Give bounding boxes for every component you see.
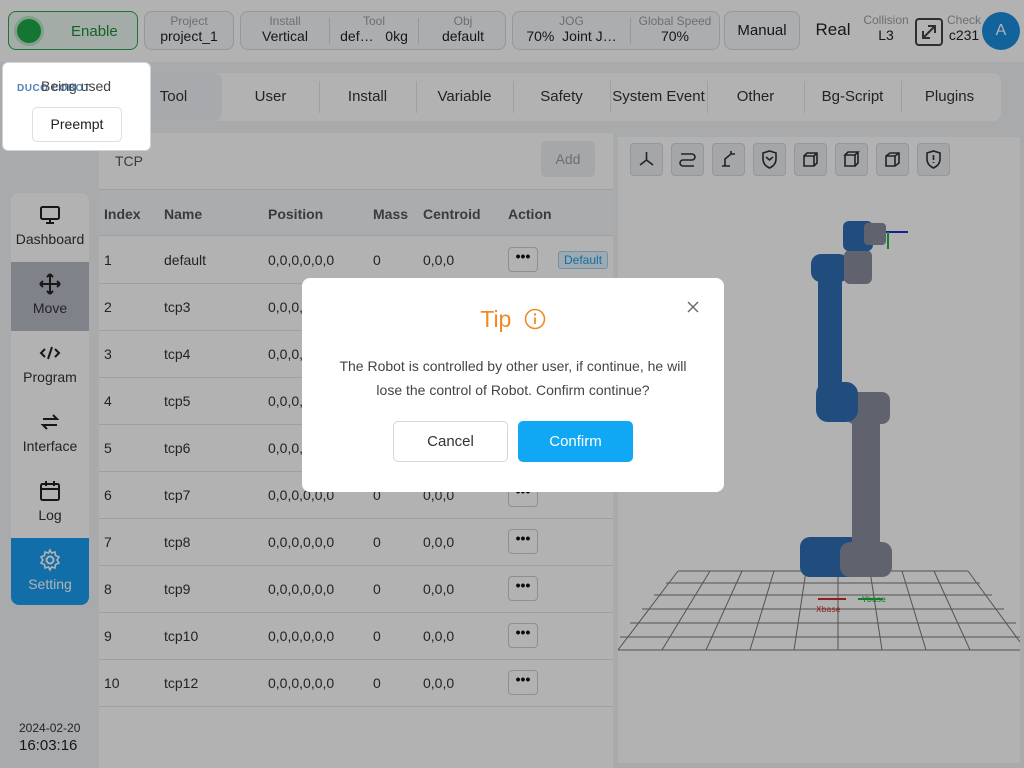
- robot-in-use-popover: DUCO COBOT Being used Preempt: [2, 62, 151, 151]
- confirm-button[interactable]: Confirm: [518, 421, 633, 462]
- dialog-message: The Robot is controlled by other user, i…: [339, 358, 687, 398]
- preempt-button[interactable]: Preempt: [32, 107, 122, 142]
- tip-dialog: Tip The Robot is controlled by other use…: [302, 278, 724, 492]
- dialog-title-text: Tip: [480, 306, 512, 332]
- dialog-title: Tip: [302, 306, 724, 333]
- info-icon: [524, 308, 546, 330]
- cancel-button[interactable]: Cancel: [393, 421, 508, 462]
- status-text: Being used: [41, 78, 112, 94]
- close-icon[interactable]: [685, 299, 701, 315]
